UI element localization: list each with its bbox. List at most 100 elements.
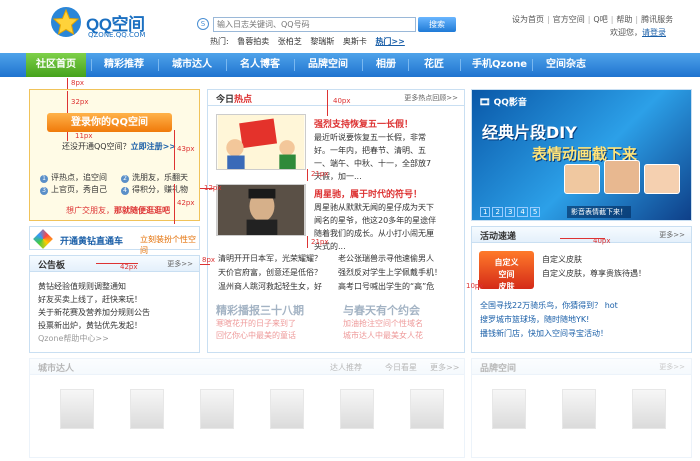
tab-recommend[interactable]: 达人推荐 (330, 362, 362, 373)
hot-news-more-link[interactable]: 更多热点回顾>> (404, 93, 458, 103)
avatar[interactable] (270, 389, 304, 429)
tab-today[interactable]: 今日看星 (385, 362, 417, 373)
hot-keyword[interactable]: 黎瑞斯 (310, 37, 334, 46)
spacing-label: 8px (71, 79, 85, 87)
brand-domain: QZONE.QQ.COM (88, 31, 146, 39)
activity-item[interactable]: 全国寻找22万骑乐鸟，你猜得到？ hot (480, 299, 618, 313)
avatar[interactable] (340, 389, 374, 429)
banner-caption[interactable]: 影音表情截下来！ (567, 206, 631, 218)
register-link[interactable]: 立即注册>> (131, 142, 176, 151)
skin-promo-image[interactable]: 自定义 空间 皮肤 (479, 251, 534, 291)
feature-item[interactable]: 2 洗朋友，乐翻天 (121, 172, 188, 183)
spacing-label: 10px (466, 282, 484, 290)
nav-item-recommend[interactable]: 精彩推荐 (104, 53, 144, 77)
promo-text[interactable]: 自定义皮肤 (542, 254, 582, 265)
activity-item[interactable]: 播钱新门店，快加入空间寻宝活动！ (480, 327, 618, 341)
activity-panel: 活动速递 更多>> 自定义 空间 皮肤 自定义皮肤 自定义皮肤，尊享贵族待遇！ … (471, 226, 692, 353)
vip-bar[interactable]: 开通黄钻直通车 立刻装扮个性空间 (29, 226, 200, 255)
nav-item-garden[interactable]: 花匠 (424, 53, 444, 77)
nav-item-celebrity[interactable]: 名人博客 (240, 53, 280, 77)
pager-page[interactable]: 3 (504, 207, 516, 217)
pager-page[interactable]: 1 (480, 207, 491, 217)
search-type-icon[interactable]: S (197, 18, 209, 30)
nav-item-brand[interactable]: 品牌空间 (308, 53, 348, 77)
qq-player-banner[interactable]: 🎞 QQ影音 经典片段DIY 表情动画截下来 12345 影音表情截下来！ (471, 89, 692, 221)
top-link-services[interactable]: 腾讯服务 (632, 15, 673, 24)
search-input[interactable] (213, 17, 416, 32)
avatar[interactable] (130, 389, 164, 429)
tab-more[interactable]: 更多>> (430, 362, 459, 373)
pager-page[interactable]: 2 (492, 207, 503, 217)
nav-item-mobile[interactable]: 手机Qzone (472, 53, 527, 77)
nav-item-magazine[interactable]: 空间杂志 (546, 53, 586, 77)
pager-page[interactable]: 4 (517, 207, 528, 217)
feature-item[interactable]: 3 上官页，秀自己 (40, 184, 107, 195)
login-link[interactable]: 请登录 (642, 28, 666, 37)
notice-item[interactable]: 黄钻经验值规则调整通知 (38, 280, 150, 293)
promo-text[interactable]: 自定义皮肤，尊享贵族待遇！ (542, 268, 646, 279)
banner-item[interactable]: 寒暄花开的日子来到了 (216, 318, 336, 330)
face-thumbnail (644, 164, 680, 194)
brand-space-more[interactable]: 更多>> (659, 362, 685, 372)
hot-news-link[interactable]: 天价官府富，创意还是低俗？ (218, 266, 338, 280)
vip-title[interactable]: 开通黄钻直通车 (60, 234, 123, 247)
hot-keyword[interactable]: 鲁蓉拍卖 (237, 37, 269, 46)
avatar[interactable] (200, 389, 234, 429)
site-logo[interactable]: QQ空间 QZONE.QQ.COM (50, 6, 160, 42)
pager-page[interactable]: 5 (529, 207, 541, 217)
help-center-link[interactable]: Qzone帮助中心>> (38, 332, 150, 345)
notice-item[interactable]: 好友买卖上线了，赶快来玩！ (38, 293, 150, 306)
hot-news-link[interactable]: 温州商人跳河救起轻生女，好 (218, 280, 338, 294)
face-thumbnail (604, 160, 640, 194)
hot-keyword[interactable]: 奥斯卡 (343, 37, 367, 46)
hot-news-link[interactable]: 强烈反对学生上学佩戴手机！ (338, 268, 442, 277)
top-link-homepage[interactable]: 设为首页 (512, 15, 544, 24)
top-link-help[interactable]: 帮助 (608, 15, 633, 24)
spacing-line (200, 264, 210, 265)
feature-banner-left[interactable]: 精彩播报三十八期 寒暄花开的日子来到了 回忆你心中最美的童话 (216, 302, 336, 342)
notice-more-link[interactable]: 更多>> (167, 259, 193, 269)
top-link-qbar[interactable]: Q吧 (585, 15, 608, 24)
hot-keyword[interactable]: 张柏芝 (278, 37, 302, 46)
banner-item[interactable]: 回忆你心中最美的童话 (216, 330, 336, 342)
nav-item-home[interactable]: 社区首页 (26, 53, 86, 77)
login-button[interactable]: 登录你的QQ空间 (47, 113, 172, 132)
notice-item[interactable]: 投票新出炉，黄钻优先发起！ (38, 319, 150, 332)
spacing-label: 43px (177, 145, 195, 153)
feature-item[interactable]: 1 评热点，追空间 (40, 172, 107, 183)
hot-more-link[interactable]: 热门>> (375, 37, 404, 46)
nav-item-city[interactable]: 城市达人 (172, 53, 212, 77)
hot-news-link[interactable]: 老公张瑞兽示寻他速偷男人 (338, 254, 434, 263)
news-cartoon-image[interactable] (216, 114, 306, 170)
banner-item[interactable]: 加油抢注空间个性域名 (343, 318, 463, 330)
spacing-line (327, 90, 328, 116)
hot-news-link[interactable]: 高考口号喊出学生的“高”危 (338, 282, 434, 291)
search-button[interactable]: 搜索 (418, 17, 456, 32)
spacing-label: 21px (311, 238, 329, 246)
news-summary: 周星驰从默默无闻的星仔成为天下闻名的星爷，他这20多年的星途伴随着我们的成长。从… (314, 203, 437, 251)
hot-keywords: 热门: 鲁蓉拍卖 张柏芝 黎瑞斯 奥斯卡 热门>> (210, 36, 411, 47)
spacing-line (307, 236, 308, 248)
avatar[interactable] (562, 389, 596, 429)
vip-link[interactable]: 立刻装扮个性空间 (140, 234, 199, 256)
news-headline[interactable]: 周星驰，属于时代的符号！ (314, 187, 422, 200)
spacing-line (67, 91, 68, 113)
avatar[interactable] (410, 389, 444, 429)
nav-item-album[interactable]: 相册 (376, 53, 396, 77)
banner-item[interactable]: 城市达人中最美女人花 (343, 330, 463, 342)
avatar[interactable] (492, 389, 526, 429)
hot-news-link[interactable]: 清明开开日本军，光荣耀耀？ (218, 252, 338, 266)
avatar[interactable] (632, 389, 666, 429)
activity-item[interactable]: 搜罗城市篮球场，随时随地YK! (480, 313, 618, 327)
news-headline[interactable]: 强烈支持恢复五一长假！ (314, 117, 413, 130)
top-link-official[interactable]: 官方空间 (544, 15, 585, 24)
news-photo-image[interactable] (216, 184, 306, 236)
star-logo-icon (51, 7, 81, 37)
invite-link[interactable]: 那就随便逛逛吧 (114, 206, 170, 215)
activity-more-link[interactable]: 更多>> (659, 230, 685, 240)
notice-item[interactable]: 关于新花赛及营养加分规则公告 (38, 306, 150, 319)
avatar[interactable] (60, 389, 94, 429)
feature-item[interactable]: 4 得积分，赚礼物 (121, 184, 188, 195)
brand-space-header: 品牌空间 更多>> (472, 359, 691, 375)
feature-banner-right[interactable]: 与春天有个约会 加油抢注空间个性域名 城市达人中最美女人花 (343, 302, 463, 342)
